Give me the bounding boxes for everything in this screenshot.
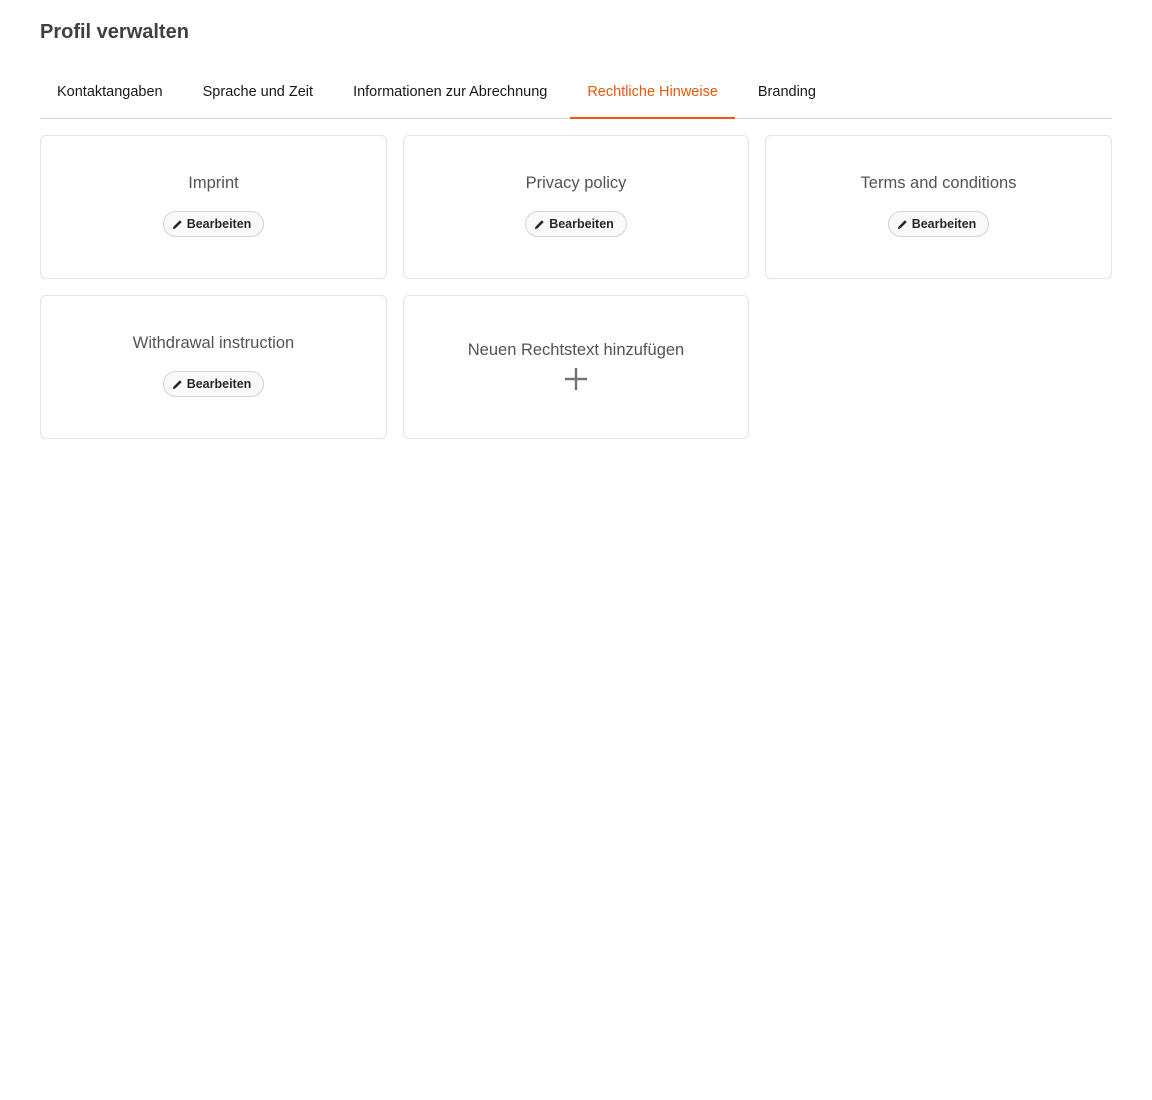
tab-branding[interactable]: Branding xyxy=(741,66,833,118)
page-title: Profil verwalten xyxy=(40,21,189,43)
tab-informationen-zur-abrechnung[interactable]: Informationen zur Abrechnung xyxy=(336,66,564,118)
legal-texts-grid: Imprint Bearbeiten Privacy policy Bearbe… xyxy=(40,135,1112,439)
card-title: Privacy policy xyxy=(525,174,627,192)
edit-withdrawal-instruction-button[interactable]: Bearbeiten xyxy=(162,371,265,397)
legal-card-imprint: Imprint Bearbeiten xyxy=(40,135,387,279)
page: Profil verwalten Kontaktangaben Sprache … xyxy=(0,0,1152,439)
pencil-icon xyxy=(535,219,544,229)
add-legal-text-label: Neuen Rechtstext hinzufügen xyxy=(467,341,685,359)
card-title: Imprint xyxy=(188,174,239,192)
edit-button-label: Bearbeiten xyxy=(186,377,252,391)
edit-terms-and-conditions-button[interactable]: Bearbeiten xyxy=(887,211,990,237)
pencil-icon xyxy=(172,219,182,229)
edit-button-label: Bearbeiten xyxy=(186,217,252,231)
legal-card-withdrawal-instruction: Withdrawal instruction Bearbeiten xyxy=(40,295,387,439)
tab-rechtliche-hinweise[interactable]: Rechtliche Hinweise xyxy=(570,66,735,119)
edit-privacy-policy-button[interactable]: Bearbeiten xyxy=(525,211,627,237)
edit-button-label: Bearbeiten xyxy=(549,217,614,231)
plus-icon xyxy=(565,368,587,390)
tab-bar: Kontaktangaben Sprache und Zeit Informat… xyxy=(40,66,1112,119)
edit-imprint-button[interactable]: Bearbeiten xyxy=(162,211,265,237)
legal-card-privacy-policy: Privacy policy Bearbeiten xyxy=(403,135,749,279)
tab-kontaktangaben[interactable]: Kontaktangaben xyxy=(40,66,180,118)
pencil-icon xyxy=(172,379,182,389)
pencil-icon xyxy=(897,219,907,229)
edit-button-label: Bearbeiten xyxy=(911,217,977,231)
legal-card-terms-and-conditions: Terms and conditions Bearbeiten xyxy=(765,135,1112,279)
add-legal-text-card[interactable]: Neuen Rechtstext hinzufügen xyxy=(403,295,749,439)
card-title: Terms and conditions xyxy=(860,174,1017,192)
tab-sprache-und-zeit[interactable]: Sprache und Zeit xyxy=(186,66,330,118)
card-title: Withdrawal instruction xyxy=(132,334,295,352)
